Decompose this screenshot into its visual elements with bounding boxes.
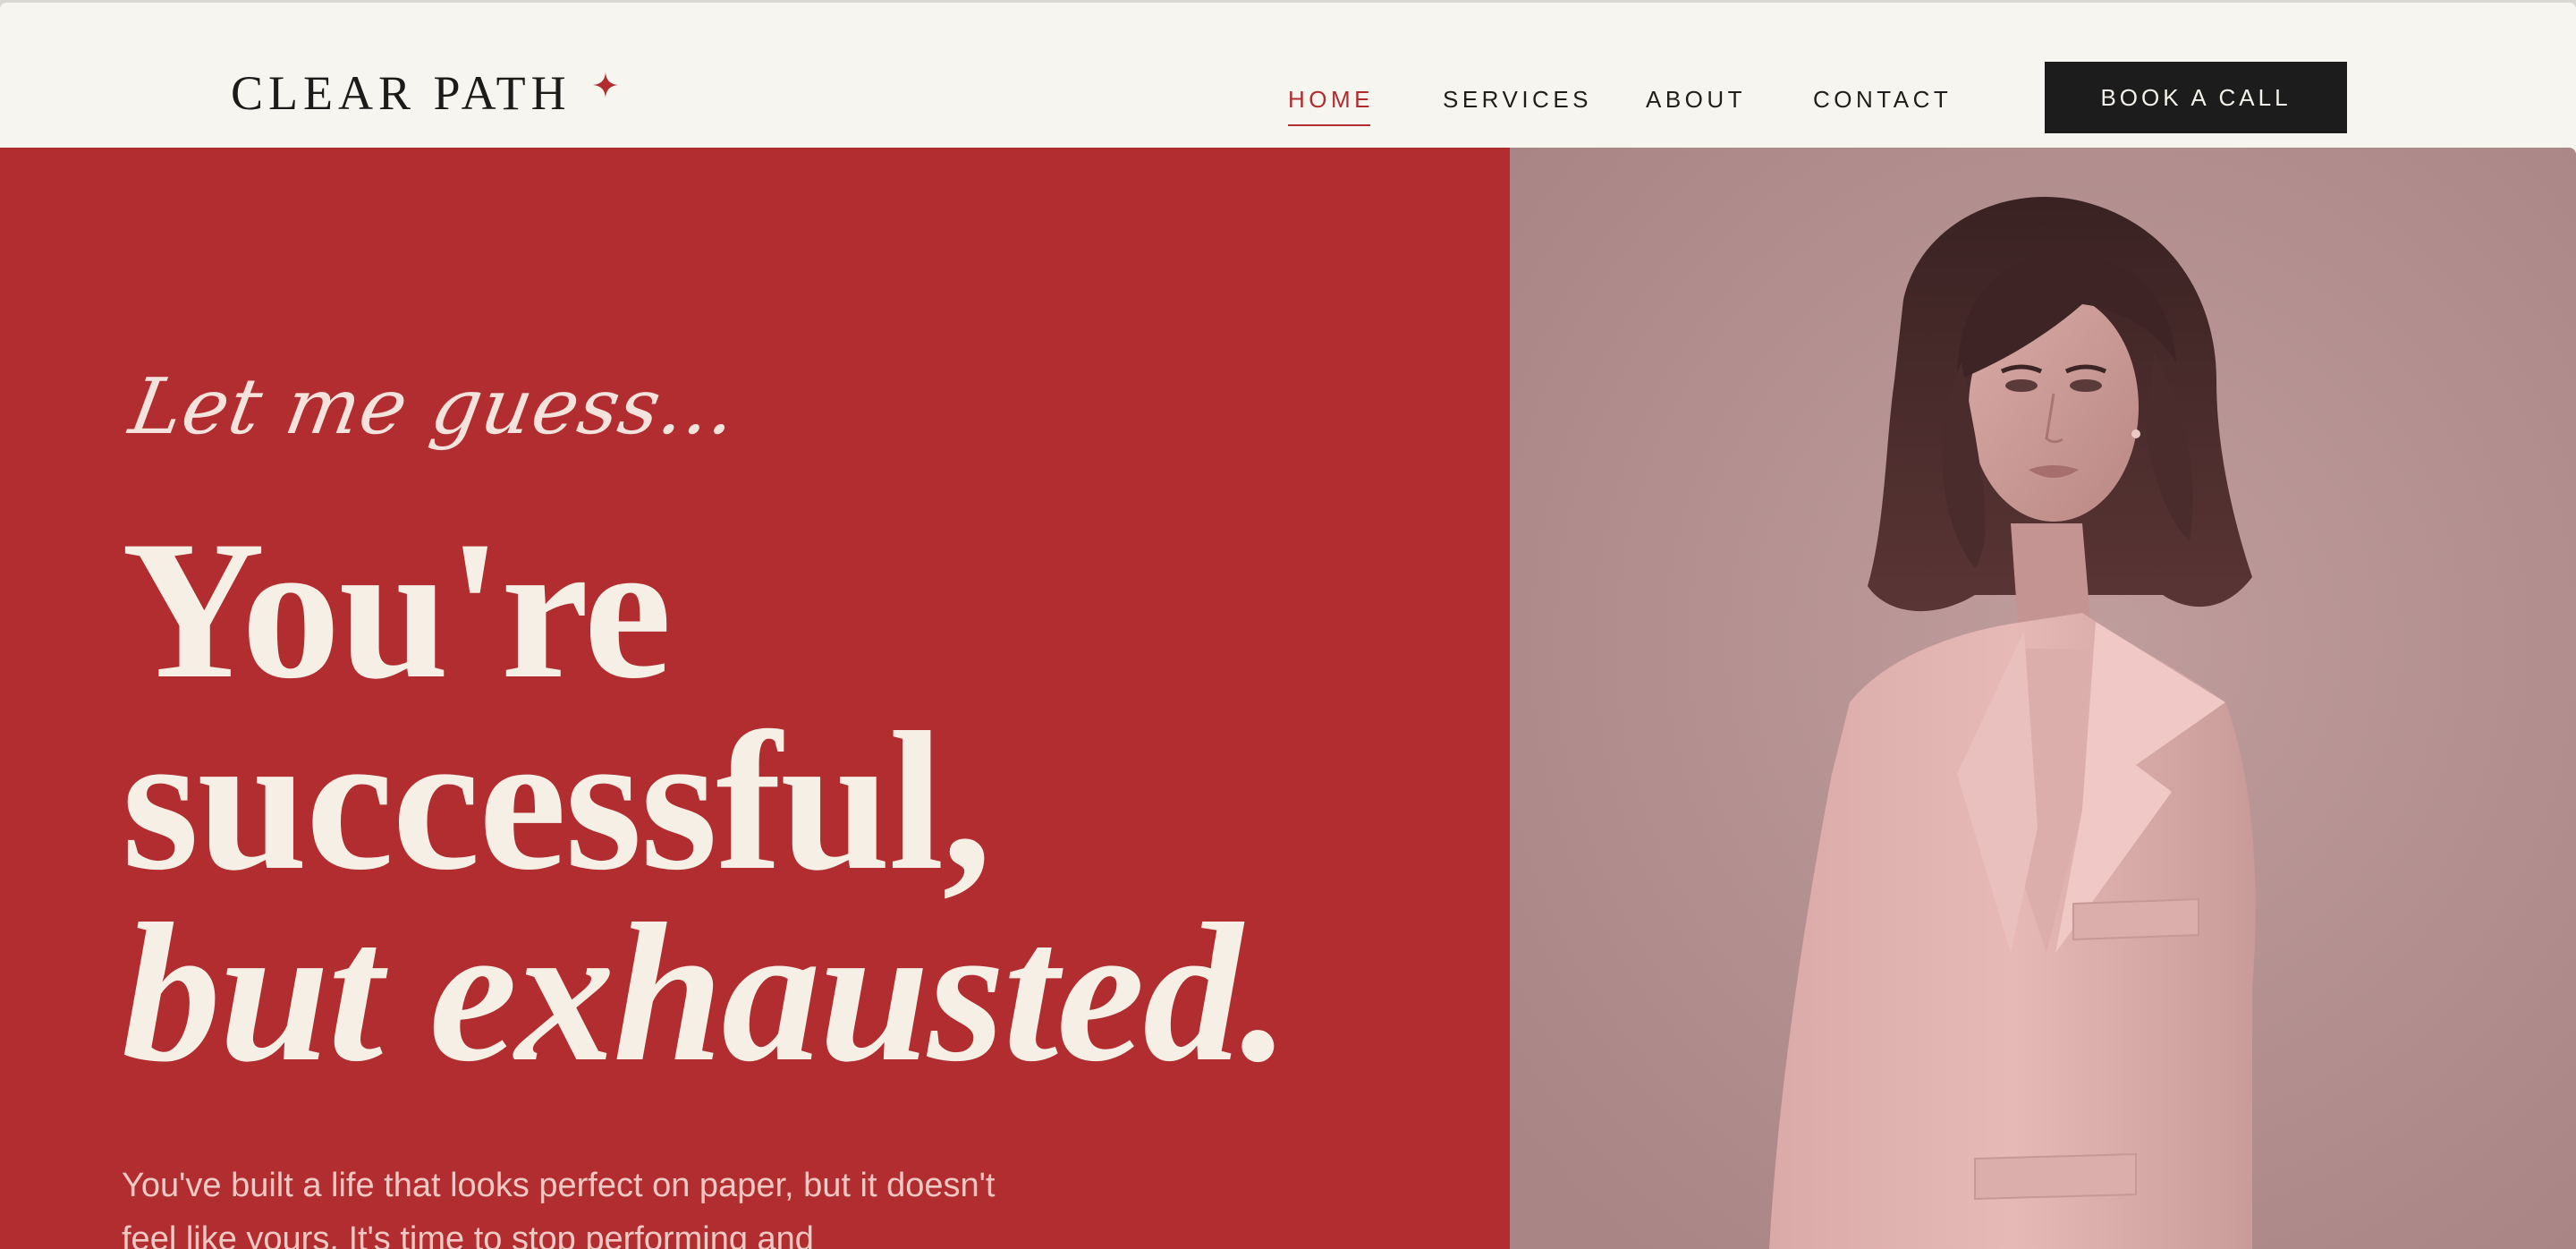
portrait-image	[1510, 148, 2576, 1249]
nav-item-about[interactable]: ABOUT	[1646, 85, 1746, 114]
hero-body-copy: You've built a life that looks perfect o…	[122, 1167, 996, 1249]
active-nav-underline	[1288, 124, 1370, 126]
nav-item-label: CONTACT	[1813, 86, 1953, 113]
brand-name: CLEAR PATH	[231, 66, 572, 120]
headline-line-1: You're	[122, 500, 672, 720]
nav-item-services[interactable]: SERVICES	[1443, 85, 1592, 114]
hero-headline: You're successful, but exhausted.	[122, 500, 1290, 1103]
nav-item-contact[interactable]: CONTACT	[1813, 85, 1952, 114]
headline-line-2: successful,	[122, 692, 992, 912]
headline-line-3: but exhausted.	[122, 883, 1290, 1103]
nav-item-label: SERVICES	[1443, 86, 1593, 113]
hero-text-panel: Let me guess... You're successful, but e…	[0, 148, 1510, 1249]
book-a-call-button[interactable]: BOOK A CALL	[2045, 62, 2347, 133]
hero-portrait	[1510, 148, 2576, 1249]
hero-eyebrow: Let me guess...	[123, 362, 744, 452]
nav-item-label: HOME	[1288, 86, 1374, 113]
site-header: CLEAR PATH HOME SERVICES ABOUT CONTACT B…	[0, 3, 2576, 148]
browser-viewport: CLEAR PATH HOME SERVICES ABOUT CONTACT B…	[0, 2, 2576, 1249]
sparkle-icon	[592, 72, 618, 98]
nav-item-label: ABOUT	[1646, 86, 1747, 113]
nav-item-home[interactable]: HOME	[1288, 85, 1374, 126]
brand-logo[interactable]: CLEAR PATH	[231, 69, 618, 117]
